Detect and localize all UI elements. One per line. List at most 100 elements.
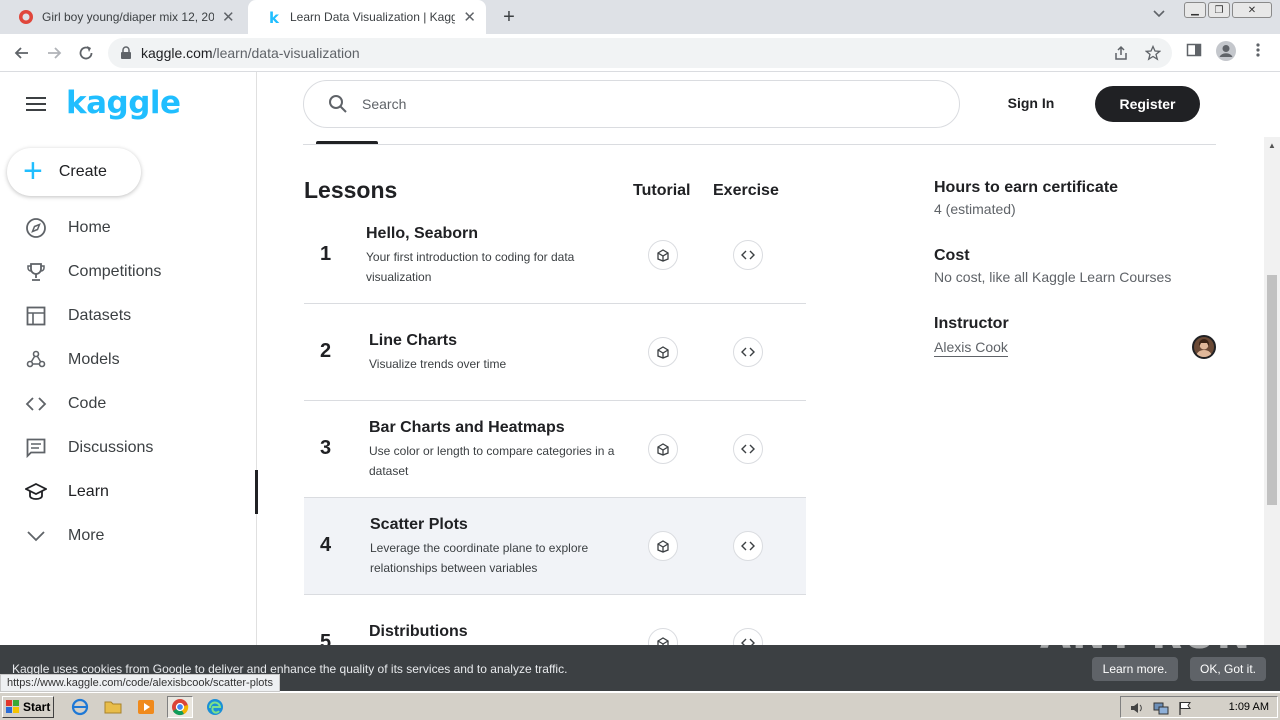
kaggle-logo[interactable]: kaggle: [66, 85, 181, 121]
register-button[interactable]: Register: [1095, 86, 1200, 122]
lesson-title[interactable]: Bar Charts and Heatmaps: [369, 419, 565, 437]
tutorial-book-icon[interactable]: [648, 531, 678, 561]
sidebar-item-competitions[interactable]: Competitions: [0, 250, 257, 294]
kaggle-sidebar: kaggle + Create Home Competitions Datase…: [0, 72, 258, 645]
instructor-avatar[interactable]: [1192, 335, 1216, 359]
lesson-number: 5: [320, 631, 332, 645]
create-label: Create: [58, 163, 107, 180]
create-button[interactable]: + Create: [7, 148, 141, 196]
scrollbar-thumb[interactable]: [1267, 275, 1277, 505]
lesson-title[interactable]: Line Charts: [369, 332, 457, 350]
tab-search-icon[interactable]: [1152, 6, 1166, 23]
browser-tab-1[interactable]: Girl boy young/diaper mix 12, 2020( ✕: [0, 0, 246, 34]
sidebar-item-label: Learn: [68, 483, 109, 500]
exercise-code-icon[interactable]: [733, 434, 763, 464]
lesson-number: 2: [320, 340, 332, 362]
lesson-row-1[interactable]: 1 Hello, Seaborn Your first introduction…: [304, 207, 806, 304]
new-tab-button[interactable]: +: [498, 6, 520, 29]
hours-label: Hours to earn certificate: [934, 179, 1119, 196]
sidebar-item-models[interactable]: Models: [0, 338, 257, 382]
models-icon: [24, 348, 48, 372]
profile-avatar-icon[interactable]: [1215, 40, 1237, 67]
hamburger-menu-icon[interactable]: [26, 96, 46, 117]
folder-icon[interactable]: [103, 697, 123, 717]
minimize-button[interactable]: ▁: [1184, 2, 1206, 18]
start-button[interactable]: Start: [2, 696, 54, 718]
address-bar[interactable]: kaggle.com/learn/data-visualization: [108, 38, 1172, 68]
side-panel-icon[interactable]: [1186, 42, 1202, 63]
learn-more-button[interactable]: Learn more.: [1092, 657, 1178, 681]
sidebar-item-discussions[interactable]: Discussions: [0, 426, 257, 470]
volume-icon[interactable]: [1129, 700, 1145, 720]
exercise-code-icon[interactable]: [733, 628, 763, 645]
scroll-up-arrow-icon[interactable]: ▲: [1268, 141, 1276, 150]
lesson-title[interactable]: Hello, Seaborn: [366, 225, 478, 243]
system-tray: 1:09 AM: [1120, 696, 1278, 718]
sidebar-item-datasets[interactable]: Datasets: [0, 294, 257, 338]
code-icon: [24, 392, 48, 416]
browser-tab-2[interactable]: k Learn Data Visualization | Kaggle ✕: [248, 0, 486, 34]
anyrun-watermark: ANY RUN: [1040, 612, 1252, 658]
search-input[interactable]: [362, 93, 922, 115]
sidebar-item-home[interactable]: Home: [0, 206, 257, 250]
lessons-heading: Lessons: [304, 177, 398, 203]
lesson-row-5[interactable]: 5 Distributions: [304, 595, 806, 645]
instructor-label: Instructor: [934, 315, 1009, 332]
tutorial-book-icon[interactable]: [648, 628, 678, 645]
search-icon: [328, 94, 348, 119]
url-text: kaggle.com/learn/data-visualization: [141, 45, 360, 61]
back-arrow-icon[interactable]: [11, 42, 33, 64]
sidebar-item-label: Competitions: [68, 263, 162, 280]
trophy-icon: [24, 260, 48, 284]
kaggle-k-icon: k: [266, 9, 282, 25]
forward-arrow-icon[interactable]: [43, 42, 65, 64]
edge-icon[interactable]: [205, 697, 225, 717]
start-label: Start: [23, 700, 51, 714]
exercise-code-icon[interactable]: [733, 337, 763, 367]
graduation-cap-icon: [24, 480, 48, 504]
window-controls: ▁ ❐ ✕: [1184, 2, 1272, 18]
cost-value: No cost, like all Kaggle Learn Courses: [934, 269, 1172, 285]
bookmark-star-icon[interactable]: [1144, 44, 1162, 66]
sidebar-item-label: Datasets: [68, 307, 132, 324]
page-scrollbar[interactable]: ▲: [1264, 137, 1280, 645]
sidebar-item-label: Discussions: [68, 439, 154, 456]
network-icon[interactable]: [1153, 700, 1169, 720]
instructor-link[interactable]: Alexis Cook: [934, 339, 1008, 357]
sidebar-item-code[interactable]: Code: [0, 382, 257, 426]
chrome-icon[interactable]: [167, 696, 193, 718]
lock-icon: [120, 46, 132, 65]
lesson-row-4[interactable]: 4 Scatter Plots Leverage the coordinate …: [304, 498, 806, 595]
close-icon[interactable]: ✕: [222, 8, 235, 26]
internet-explorer-icon[interactable]: [70, 697, 90, 717]
share-icon[interactable]: [1113, 45, 1129, 66]
tutorial-book-icon[interactable]: [648, 240, 678, 270]
sign-in-button[interactable]: Sign In: [996, 95, 1066, 111]
active-tab-indicator: [316, 141, 378, 144]
lesson-title[interactable]: Distributions: [369, 623, 468, 641]
windows-logo-icon: [6, 700, 20, 714]
compass-icon: [24, 216, 48, 240]
tutorial-book-icon[interactable]: [648, 434, 678, 464]
restore-button[interactable]: ❐: [1208, 2, 1230, 18]
exercise-code-icon[interactable]: [733, 240, 763, 270]
sidebar-item-learn[interactable]: Learn: [0, 470, 258, 514]
close-icon[interactable]: ✕: [463, 8, 476, 26]
lesson-number: 4: [320, 534, 332, 556]
lesson-row-3[interactable]: 3 Bar Charts and Heatmaps Use color or l…: [304, 401, 806, 498]
flag-icon[interactable]: [1177, 700, 1193, 720]
window-close-button[interactable]: ✕: [1232, 2, 1272, 18]
exercise-code-icon[interactable]: [733, 531, 763, 561]
reload-icon[interactable]: [75, 42, 97, 64]
media-player-icon[interactable]: [136, 697, 156, 717]
browser-menu-icon[interactable]: [1252, 42, 1264, 63]
lesson-title[interactable]: Scatter Plots: [370, 516, 468, 534]
site-search[interactable]: [303, 80, 960, 128]
sidebar-item-label: More: [68, 527, 105, 544]
ok-got-it-button[interactable]: OK, Got it.: [1190, 657, 1266, 681]
sidebar-item-more[interactable]: More: [0, 514, 257, 558]
browser-tab-bar: Girl boy young/diaper mix 12, 2020( ✕ k …: [0, 0, 1280, 34]
chevron-down-icon: [24, 524, 48, 548]
lesson-row-2[interactable]: 2 Line Charts Visualize trends over time: [304, 304, 806, 401]
tutorial-book-icon[interactable]: [648, 337, 678, 367]
